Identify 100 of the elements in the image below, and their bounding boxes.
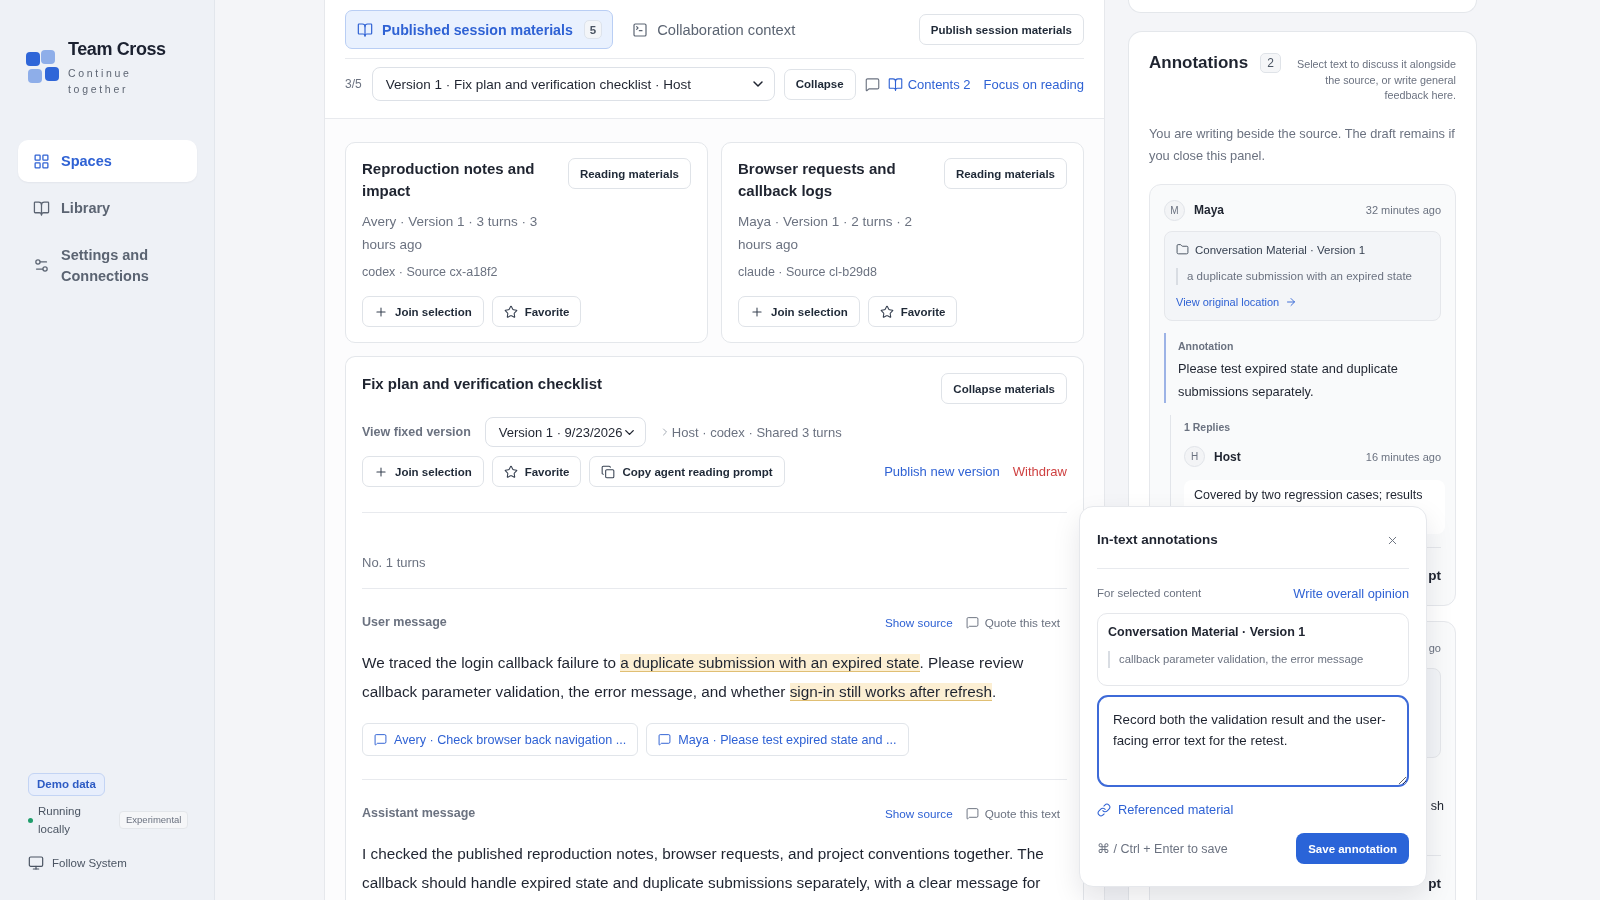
position-counter: 3/5 [345, 77, 362, 91]
panel-title: Annotations [1149, 52, 1249, 74]
nav-item[interactable]: Spaces [18, 140, 197, 182]
status-text: Running locally [38, 804, 82, 837]
favorite-button[interactable]: Favorite [867, 296, 958, 327]
annotation-chip[interactable]: Avery · Check browser back navigation ... [362, 723, 639, 756]
panel-notice: You are writing beside the source. The draft remains if you close this panel. [1149, 124, 1456, 165]
join-selection-button[interactable]: Join selection [362, 296, 484, 327]
publish-button[interactable]: Publish session materials [918, 14, 1084, 45]
star-icon [503, 464, 518, 479]
show-source-link[interactable]: Show source [885, 806, 953, 820]
reading-materials-button[interactable]: Reading materials [943, 158, 1067, 189]
logo-icon [26, 49, 60, 85]
book-icon [887, 76, 903, 92]
status-dot-icon [28, 817, 33, 823]
quote-button[interactable]: Quote this text [965, 615, 1060, 629]
message-role: Assistant message [362, 805, 476, 822]
comment-text: sh [1430, 798, 1444, 815]
panel-hint: Select text to discuss it alongside the source, or write general feedback here. [1295, 57, 1456, 103]
message-text: I checked the published reproduction notes, browser requests, and project conventions together. The callback should handle expired state and duplicate submissions separately, with a clear message for [362, 844, 1045, 893]
focus-link[interactable]: Focus on reading [983, 76, 1084, 92]
timestamp: 16 minutes ago [1365, 450, 1441, 463]
plus-icon [374, 464, 388, 479]
quoted-text: callback parameter validation, the error message [1108, 651, 1398, 668]
annotation-label: Annotation [1178, 338, 1235, 354]
version-select[interactable]: Version 1 · Fix plan and verification checklist · Host [371, 67, 775, 101]
speech-bubble-icon [965, 615, 979, 629]
plus-icon [750, 304, 764, 319]
collapse-button[interactable]: Collapse [783, 68, 856, 100]
avatar: H [1184, 446, 1205, 467]
book-icon [357, 21, 373, 38]
overall-opinion-link[interactable]: Write overall opinion [1293, 585, 1409, 601]
terminal-icon [632, 21, 649, 38]
theme-button[interactable]: Follow System [28, 854, 127, 872]
material-title: Browser requests and callback logs [738, 159, 897, 201]
field-label: View fixed version [362, 425, 471, 439]
grid-icon [33, 152, 50, 170]
details-toggle[interactable]: Host · codex · Shared 3 turns [658, 424, 842, 440]
footer-text: pt [1428, 567, 1441, 585]
contents-link[interactable]: Contents 2 [887, 76, 971, 92]
copy-prompt-button[interactable]: Copy agent reading prompt [589, 456, 785, 487]
star-icon [503, 304, 518, 319]
speech-bubble-icon[interactable] [864, 76, 880, 92]
sliders-icon [33, 257, 50, 274]
quoted-text: a duplicate submission with an expired state [1176, 267, 1429, 285]
count-badge: 5 [583, 20, 603, 39]
tab[interactable]: Collaboration context [620, 10, 807, 49]
avatar: M [1164, 199, 1185, 221]
view-original-link[interactable]: View original location [1176, 293, 1298, 310]
count-badge: 2 [1260, 53, 1282, 73]
withdraw-link[interactable]: Withdraw [1012, 464, 1067, 479]
join-selection-button[interactable]: Join selection [362, 456, 484, 487]
speech-bubble-icon [658, 733, 672, 746]
nav-item[interactable]: Settings and Connections [18, 234, 197, 297]
material-meta: Avery · Version 1 · 3 turns · 3 hours ago [362, 212, 539, 254]
quote-button[interactable]: Quote this text [965, 806, 1060, 820]
referenced-material-link[interactable]: Referenced material [1097, 802, 1234, 817]
timestamp: 32 minutes ago [1365, 204, 1441, 216]
join-selection-button[interactable]: Join selection [738, 296, 860, 327]
arrow-right-icon [1285, 295, 1298, 308]
brand-tagline: Continue together [68, 66, 133, 97]
show-source-link[interactable]: Show source [885, 615, 953, 629]
author-name: Maya [1194, 203, 1225, 217]
shortcut-hint: ⌘ / Ctrl + Enter to save [1097, 841, 1228, 856]
publish-version-link[interactable]: Publish new version [884, 464, 1000, 479]
material-title: Fix plan and verification checklist [362, 374, 603, 394]
message-role: User message [362, 614, 447, 631]
favorite-button[interactable]: Favorite [491, 296, 582, 327]
speech-bubble-icon [374, 733, 387, 746]
monitor-icon [28, 855, 44, 871]
turn-label: No. 1 turns [362, 554, 427, 572]
section-label: For selected content [1097, 586, 1202, 601]
reply-text: Covered by two regression cases; results [1194, 487, 1424, 504]
timestamp: go [1428, 641, 1441, 654]
brand-name: Team Cross [68, 38, 166, 60]
popup-title: In-text annotations [1097, 531, 1218, 549]
material-title: Reproduction notes and impact [362, 159, 536, 201]
annotation-input[interactable]: Record both the validation result and the user-facing error text for the retest. [1097, 695, 1409, 787]
collapse-materials-button[interactable]: Collapse materials [941, 373, 1067, 404]
message-text: We traced the login callback failure to a duplicate submission with an expired state. Please review callback parameter validation, the error message, and whether sign-in still works after refresh. [362, 653, 1025, 703]
tab[interactable]: Published session materials 5 [345, 10, 614, 49]
save-button[interactable]: Save annotation [1296, 833, 1409, 864]
star-icon [879, 304, 894, 319]
experimental-tag: Experimental [119, 811, 189, 829]
nav-item[interactable]: Library [18, 187, 197, 229]
reading-materials-button[interactable]: Reading materials [567, 158, 691, 189]
footer-text: pt [1428, 875, 1441, 893]
material-source: claude · Source cl-b29d8 [738, 264, 878, 281]
link-icon [1097, 802, 1111, 817]
copy-icon [601, 464, 616, 479]
favorite-button[interactable]: Favorite [491, 456, 582, 487]
annotation-text: Please test expired state and duplicate submissions separately. [1178, 360, 1399, 401]
material-name: Conversation Material · Version 1 [1195, 242, 1366, 258]
version-select[interactable]: Version 1 · 9/23/2026 [484, 417, 646, 447]
book-icon [33, 199, 50, 217]
demo-data-badge: Demo data [28, 773, 105, 796]
material-name: Conversation Material · Version 1 [1108, 624, 1307, 641]
material-meta: Maya · Version 1 · 2 turns · 2 hours ago [738, 212, 914, 254]
replies-count: 1 Replies [1184, 420, 1232, 435]
annotation-chip[interactable]: Maya · Please test expired state and ... [646, 723, 909, 756]
